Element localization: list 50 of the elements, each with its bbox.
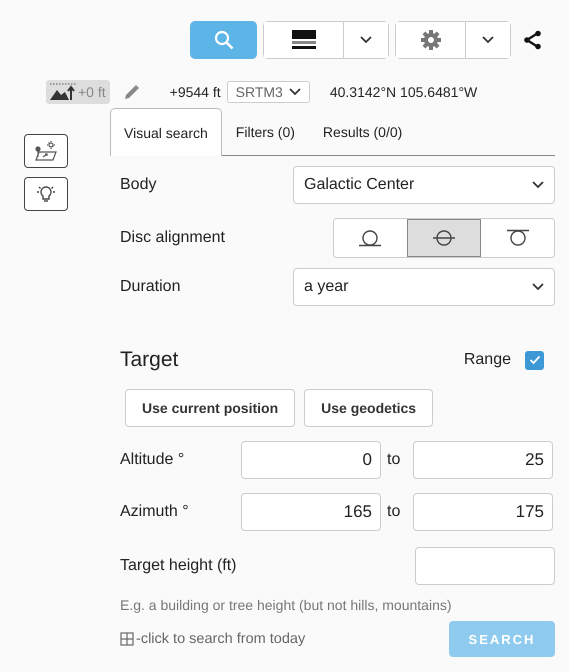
hint-text: E.g. a building or tree height (but not hills, mountains) [119, 596, 453, 613]
field-label: Disc alignment [120, 229, 226, 247]
mountain-arrow-icon [50, 83, 76, 101]
chevron-down-icon [360, 36, 372, 44]
input-field[interactable]: 165 [241, 493, 381, 531]
input-field[interactable]: 0 [241, 441, 381, 479]
chevron-down-icon [482, 36, 494, 44]
field-label: Target height (ft) [120, 557, 236, 575]
windows-key-icon [120, 632, 134, 646]
alignment-option[interactable] [406, 219, 482, 257]
duration-dropdown[interactable]: a year [293, 268, 555, 306]
section-title: Target [120, 348, 180, 372]
search-icon [212, 29, 234, 51]
dem-dropdown[interactable]: SRTM3 [226, 81, 310, 103]
action-button[interactable]: Use current position [125, 389, 296, 427]
input-field[interactable]: 25 [413, 441, 553, 479]
chevron-down-icon [532, 283, 544, 291]
chevron-down-icon [288, 88, 301, 96]
split-button[interactable] [263, 21, 389, 59]
shortcut-hint: -click to search from today [136, 631, 306, 647]
range-separator: to [386, 503, 402, 521]
coordinates-text: 40.3142°N 105.6481°W [330, 84, 478, 100]
tab[interactable]: Results (0/0) [308, 108, 416, 156]
input-field[interactable]: 175 [413, 493, 553, 531]
settings-button[interactable] [396, 22, 466, 58]
chevron-down-icon [532, 181, 544, 189]
settings-icon [420, 29, 442, 51]
field-label: Duration [120, 278, 182, 296]
checkbox-label: Range [464, 351, 511, 369]
layers-icon [290, 29, 316, 51]
disc-line-icon [430, 228, 458, 248]
checkmark-icon [528, 355, 540, 365]
range-checkbox[interactable] [525, 350, 544, 370]
observer-button[interactable] [24, 134, 68, 168]
lightbulb-icon [35, 184, 57, 204]
observer-icon [33, 140, 59, 162]
field-label: Azimuth ° [120, 503, 190, 521]
elevation-text: +9544 ft [170, 84, 221, 100]
lightbulb-button[interactable] [24, 177, 68, 211]
layers-button[interactable] [264, 22, 344, 58]
field-label: Altitude ° [120, 451, 186, 469]
range-separator: to [386, 451, 402, 469]
share-icon [523, 30, 543, 50]
tab[interactable]: Filters (0) [222, 108, 309, 156]
segmented-control[interactable] [333, 218, 555, 258]
action-button[interactable]: Use geodetics [304, 389, 434, 427]
tab[interactable]: Visual search [110, 108, 222, 156]
body-dropdown[interactable]: Galactic Center [293, 166, 555, 204]
input-field[interactable] [415, 547, 555, 585]
field-label: Body [120, 176, 158, 194]
